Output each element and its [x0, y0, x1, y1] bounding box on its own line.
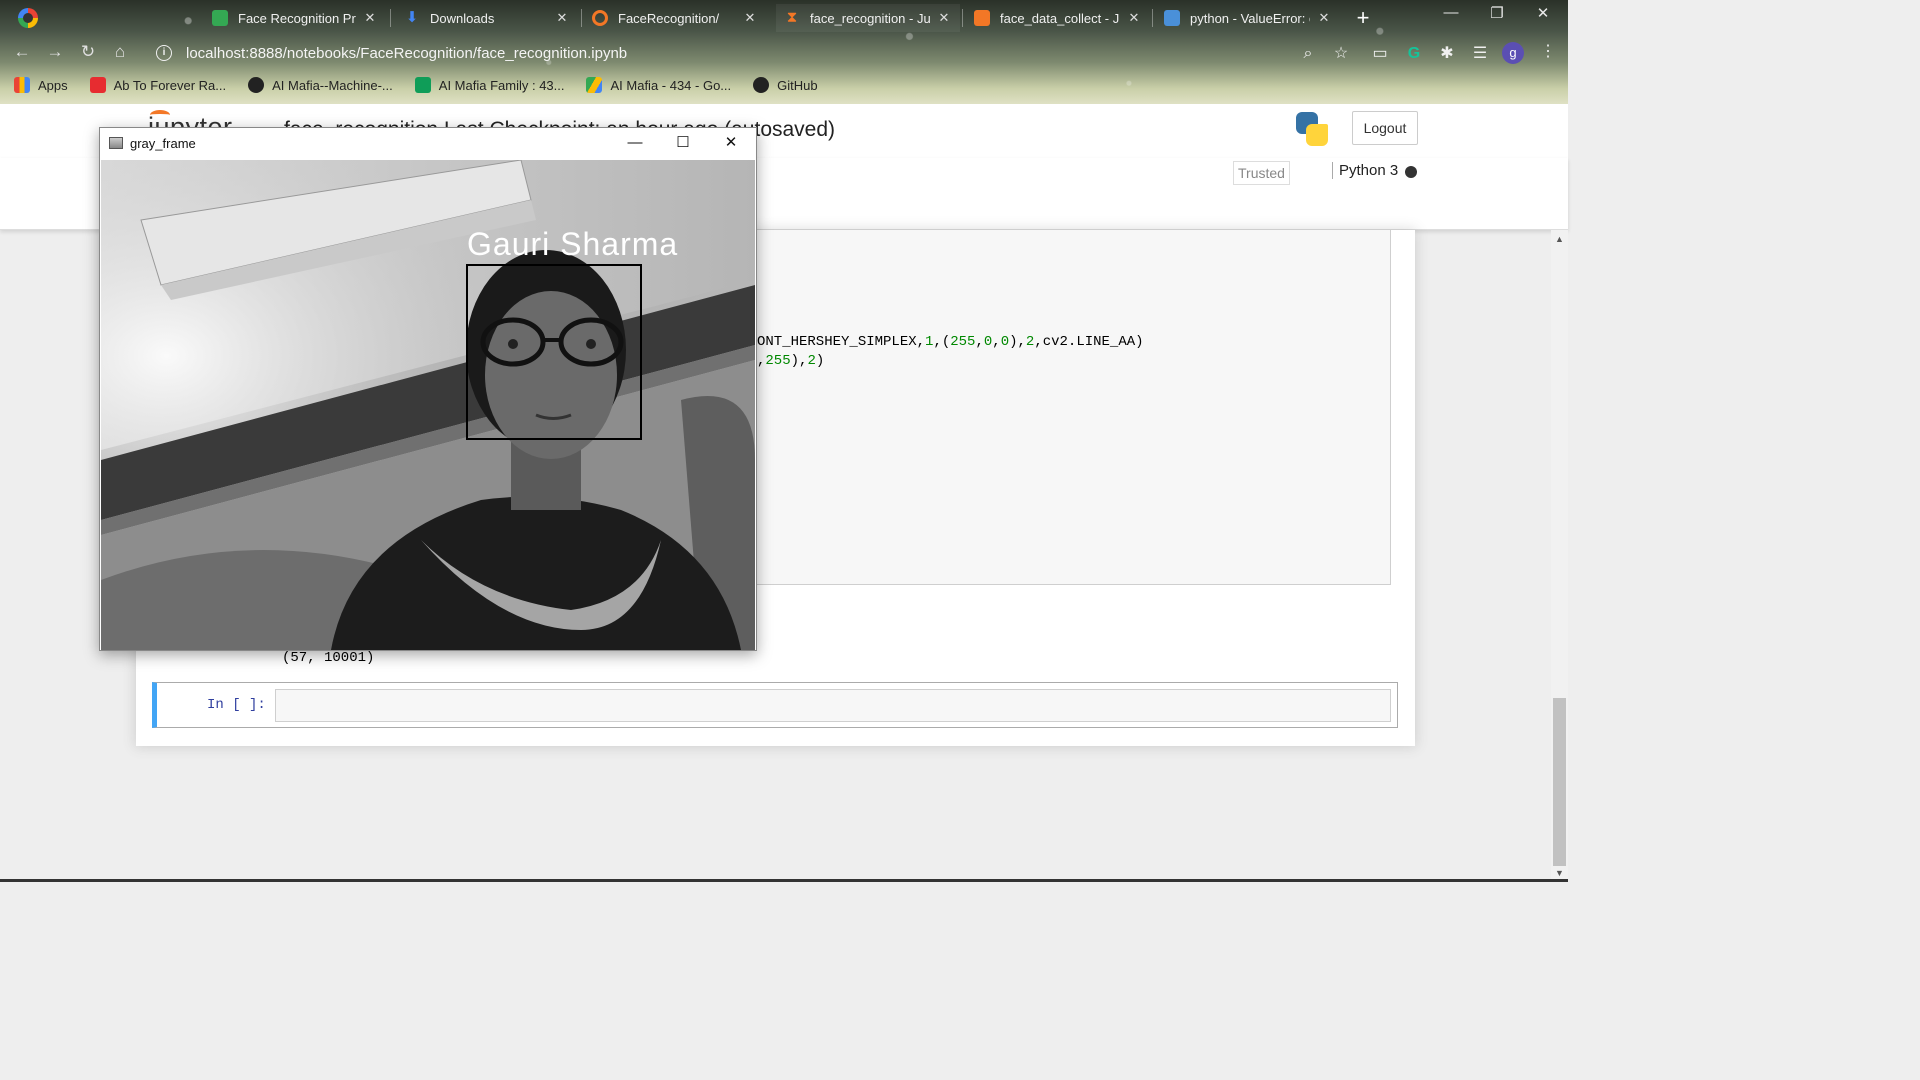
tab-strip: Face Recognition Proje ✕ ⬇ Downloads ✕ F… — [0, 0, 1568, 34]
page-scrollbar[interactable]: ▲ ▼ — [1551, 230, 1568, 882]
trusted-indicator[interactable]: Trusted — [1233, 161, 1290, 185]
bookmark-ai-mafia-machine[interactable]: AI Mafia--Machine-... — [248, 77, 393, 93]
bookmark-ai-mafia-434[interactable]: AI Mafia - 434 - Go... — [586, 77, 731, 93]
address-bar[interactable]: i localhost:8888/notebooks/FaceRecogniti… — [146, 39, 1370, 67]
tab-downloads[interactable]: ⬇ Downloads ✕ — [396, 4, 578, 32]
bookmark-label: AI Mafia--Machine-... — [272, 77, 393, 93]
back-button[interactable]: ← — [10, 40, 34, 64]
opencv-titlebar[interactable]: gray_frame — ☐ ✕ — [100, 128, 756, 159]
close-icon[interactable]: ✕ — [1126, 10, 1142, 26]
tab-separator — [581, 9, 582, 27]
tab-title: python - ValueError: o — [1190, 10, 1310, 26]
sheets-icon — [414, 77, 431, 93]
extensions-puzzle-icon[interactable]: ✱ — [1437, 44, 1457, 64]
kernel-name[interactable]: Python 3 — [1332, 162, 1398, 179]
drive-icon — [586, 77, 603, 93]
home-button[interactable]: ⌂ — [108, 40, 132, 64]
close-icon[interactable]: ✕ — [1316, 10, 1332, 26]
profile-avatar[interactable]: g — [1502, 42, 1524, 64]
tab-facerecognition-folder[interactable]: FaceRecognition/ ✕ — [584, 4, 766, 32]
scroll-up-icon[interactable]: ▲ — [1555, 234, 1564, 244]
google-icon — [18, 8, 38, 28]
bookmark-label: AI Mafia - 434 - Go... — [610, 77, 732, 93]
opencv-window[interactable]: gray_frame — ☐ ✕ Gauri Sharma — [99, 127, 757, 651]
menu-dots-icon[interactable]: ⋮ — [1538, 42, 1558, 62]
jupyter-icon — [592, 10, 608, 26]
tab-python-valueerror[interactable]: python - ValueError: o ✕ — [1156, 4, 1340, 32]
jupyter-orbit-icon — [150, 110, 170, 120]
bookmark-label: GitHub — [777, 77, 818, 93]
bookmark-star-icon[interactable]: ☆ — [1331, 44, 1351, 64]
close-icon[interactable]: ✕ — [936, 10, 952, 26]
window-app-icon — [109, 137, 123, 149]
cell-prompt: In [ ]: — [207, 697, 266, 713]
opencv-minimize-button[interactable]: — — [620, 132, 650, 154]
tab-face-data-collect[interactable]: face_data_collect - Jup ✕ — [966, 4, 1150, 32]
code-line-rectangle: ,255),2) — [757, 353, 825, 369]
bookmark-label: Ab To Forever Ra... — [113, 77, 227, 93]
tab-separator — [390, 9, 391, 27]
download-icon: ⬇ — [405, 9, 419, 26]
opencv-maximize-button[interactable]: ☐ — [668, 132, 698, 154]
tab-title: Face Recognition Proje — [238, 10, 356, 26]
zoom-icon[interactable]: ⌕ — [1298, 44, 1318, 64]
kernel-status-icon — [1405, 166, 1417, 178]
browser-chrome: Face Recognition Proje ✕ ⬇ Downloads ✕ F… — [0, 0, 1568, 104]
reading-list-icon[interactable]: ☰ — [1470, 44, 1490, 64]
close-icon[interactable]: ✕ — [742, 10, 758, 26]
tab-separator — [1152, 9, 1153, 27]
bookmarks-bar: Apps Ab To Forever Ra... AI Mafia--Machi… — [0, 70, 1568, 100]
bookmark-label: AI Mafia Family : 43... — [438, 77, 565, 93]
github-icon — [248, 77, 265, 93]
extension-doc-icon[interactable]: ▭ — [1370, 44, 1390, 64]
scrollbar-thumb[interactable] — [1553, 698, 1566, 866]
hourglass-icon: ⧗ — [786, 9, 798, 26]
scroll-down-icon[interactable]: ▼ — [1555, 868, 1564, 878]
notebook-icon — [974, 10, 990, 26]
bookmark-apps[interactable]: Apps — [14, 77, 68, 93]
drive-icon — [212, 10, 228, 26]
browser-toolbar: ← → ↻ ⌂ i localhost:8888/notebooks/FaceR… — [0, 36, 1568, 68]
restore-button[interactable]: ❐ — [1474, 4, 1520, 22]
grammarly-icon[interactable]: G — [1404, 44, 1424, 64]
reload-button[interactable]: ↻ — [76, 40, 100, 64]
site-info-icon[interactable]: i — [156, 45, 172, 61]
logout-button[interactable]: Logout — [1352, 111, 1418, 145]
tab-title: Downloads — [430, 10, 495, 26]
url-text[interactable]: localhost:8888/notebooks/FaceRecognition… — [186, 45, 627, 62]
code-cell-editor[interactable] — [275, 689, 1391, 722]
bookmark-github[interactable]: GitHub — [753, 77, 818, 93]
opencv-close-button[interactable]: ✕ — [716, 132, 746, 154]
gaana-icon — [89, 77, 106, 93]
bookmark-ai-mafia-family[interactable]: AI Mafia Family : 43... — [414, 77, 565, 93]
cell-output: (57, 10001) — [282, 650, 375, 666]
tab-title: FaceRecognition/ — [618, 10, 720, 26]
bookmark-label: Apps — [38, 77, 68, 93]
window-close-button[interactable]: ✕ — [1520, 4, 1566, 22]
face-name-label: Gauri Sharma — [467, 226, 679, 262]
tab-separator — [962, 9, 963, 27]
tab-title: face_data_collect - Jup — [1000, 10, 1120, 26]
code-line-puttext: ONT_HERSHEY_SIMPLEX,1,(255,0,0),2,cv2.LI… — [757, 334, 1144, 350]
github-icon — [753, 77, 770, 93]
camera-frame: Gauri Sharma — [101, 160, 755, 650]
forward-button[interactable]: → — [43, 40, 67, 64]
bookmark-ab-to-forever[interactable]: Ab To Forever Ra... — [89, 77, 227, 93]
tab-face-recognition-notebook[interactable]: ⧗ face_recognition - Jupy ✕ — [776, 4, 960, 32]
opencv-window-title: gray_frame — [130, 136, 196, 151]
stackoverflow-icon — [1164, 10, 1180, 26]
new-tab-button[interactable]: + — [1352, 5, 1374, 31]
python-logo-icon — [1296, 112, 1328, 146]
taskbar-edge — [0, 879, 1568, 882]
tab-face-recognition-project[interactable]: Face Recognition Proje ✕ — [204, 4, 386, 32]
apps-icon — [14, 77, 30, 93]
face-bounding-box — [466, 264, 642, 440]
close-icon[interactable]: ✕ — [362, 10, 378, 26]
tab-title: face_recognition - Jupy — [810, 10, 930, 26]
minimize-button[interactable]: — — [1428, 4, 1474, 21]
close-icon[interactable]: ✕ — [554, 10, 570, 26]
